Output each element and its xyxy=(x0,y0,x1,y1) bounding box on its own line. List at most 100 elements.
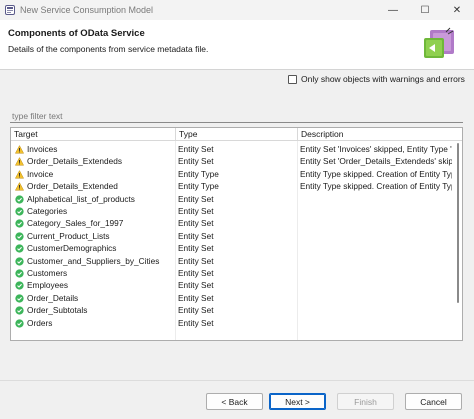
warning-triangle-icon xyxy=(15,145,24,154)
row-description xyxy=(300,267,452,279)
warning-triangle-icon xyxy=(15,169,24,179)
table-row[interactable]: Order_Subtotals Entity Set xyxy=(11,304,453,316)
close-button[interactable]: ✕ xyxy=(442,0,472,20)
table-row[interactable]: Alphabetical_list_of_products Entity Set xyxy=(11,193,453,205)
table-row[interactable]: Order_Details_Extended Entity Type Entity … xyxy=(11,180,453,192)
column-header-type[interactable]: Type xyxy=(176,128,296,141)
row-target: CustomerDemographics xyxy=(27,243,117,254)
row-type: Entity Set xyxy=(178,156,214,167)
column-header-description[interactable]: Description xyxy=(298,128,458,141)
row-description: Entity Set 'Order_Details_Extendeds' ski… xyxy=(300,156,452,167)
page-title: Components of OData Service xyxy=(8,28,145,39)
check-circle-icon xyxy=(15,256,24,266)
table-row[interactable]: Invoices Entity Set Entity Set 'Invoices' … xyxy=(11,143,453,155)
table-row[interactable]: Current_Product_Lists Entity Set xyxy=(11,230,453,242)
table-row[interactable]: Invoice Entity Type Entity Type skipped. C… xyxy=(11,168,453,180)
scrollbar-thumb[interactable] xyxy=(457,143,459,303)
window-title: New Service Consumption Model xyxy=(20,5,154,15)
app-icon xyxy=(5,5,15,15)
check-circle-icon xyxy=(15,269,24,278)
table-row[interactable]: CustomerDemographics Entity Set xyxy=(11,242,453,254)
row-target: Orders xyxy=(27,317,53,328)
check-circle-icon xyxy=(15,219,24,229)
row-type: Entity Type xyxy=(178,168,219,179)
finish-button[interactable]: Finish xyxy=(337,393,394,410)
warnings-only-checkbox[interactable] xyxy=(288,74,297,84)
row-target: Order_Details_Extended xyxy=(27,181,118,192)
row-description xyxy=(300,317,452,329)
components-table: Target Type Description Invoices Entity S… xyxy=(10,127,463,341)
check-circle-icon xyxy=(15,194,24,204)
row-target: Customers xyxy=(27,268,68,278)
vertical-scrollbar[interactable] xyxy=(454,141,462,340)
footer-divider xyxy=(0,380,474,381)
next-button[interactable]: Next > xyxy=(269,393,326,410)
column-header-target[interactable]: Target xyxy=(11,128,174,141)
row-type: Entity Set xyxy=(178,268,214,278)
warning-triangle-icon xyxy=(15,182,24,191)
row-description xyxy=(300,255,452,267)
row-target: Current_Product_Lists xyxy=(27,230,110,241)
row-target: Employees xyxy=(27,280,69,291)
row-description xyxy=(300,217,452,229)
row-target: Order_Details xyxy=(27,292,79,303)
row-type: Entity Type xyxy=(178,181,219,192)
check-circle-icon xyxy=(15,207,24,216)
row-target: Order_Details_Extendeds xyxy=(27,156,123,167)
table-row[interactable]: Employees Entity Set xyxy=(11,279,453,291)
row-type: Entity Set xyxy=(178,292,214,303)
table-row[interactable]: Customer_and_Suppliers_by_Cities Entity S… xyxy=(11,255,453,267)
check-circle-icon xyxy=(15,232,24,241)
cancel-button[interactable]: Cancel xyxy=(405,393,462,410)
table-row[interactable]: Categories Entity Set xyxy=(11,205,453,217)
row-target: Order_Subtotals xyxy=(27,305,88,316)
row-type: Entity Set xyxy=(178,230,214,241)
row-description: Entity Type skipped. Creation of Entity … xyxy=(300,181,452,192)
row-description xyxy=(300,193,452,205)
check-circle-icon xyxy=(15,244,24,253)
row-target: Invoices xyxy=(27,144,58,154)
row-type: Entity Set xyxy=(178,317,214,328)
row-description xyxy=(300,242,452,254)
row-description xyxy=(300,230,452,242)
window-title-bar: New Service Consumption Model — ☐ ✕ xyxy=(0,0,474,20)
filter-input[interactable] xyxy=(10,110,463,123)
page-description: Details of the components from service m… xyxy=(8,44,209,54)
warnings-only-label: Only show objects with warnings and erro… xyxy=(301,74,465,84)
row-target: Categories xyxy=(27,206,68,216)
table-row[interactable]: Category_Sales_for_1997 Entity Set xyxy=(11,217,453,229)
check-circle-icon xyxy=(15,306,24,315)
check-circle-icon xyxy=(15,281,24,291)
row-type: Entity Set xyxy=(178,218,214,229)
table-row[interactable]: Orders Entity Set xyxy=(11,317,453,329)
row-description xyxy=(300,292,452,304)
row-target: Category_Sales_for_1997 xyxy=(27,218,124,229)
warning-triangle-icon xyxy=(15,157,24,166)
row-type: Entity Set xyxy=(178,206,214,216)
row-description xyxy=(300,279,452,291)
wizard-header: Components of OData Service Details of t… xyxy=(0,20,474,70)
row-target: Invoice xyxy=(27,168,54,179)
table-row[interactable]: Order_Details Entity Set xyxy=(11,292,453,304)
row-target: Alphabetical_list_of_products xyxy=(27,193,135,204)
maximize-button[interactable]: ☐ xyxy=(410,0,440,20)
table-row[interactable]: Customers Entity Set xyxy=(11,267,453,279)
row-description: Entity Type skipped. Creation of Entity … xyxy=(300,168,452,179)
row-target: Customer_and_Suppliers_by_Cities xyxy=(27,255,160,266)
back-button[interactable]: < Back xyxy=(206,393,263,410)
row-description xyxy=(300,205,452,217)
check-circle-icon xyxy=(15,294,24,303)
table-row[interactable]: Order_Details_Extendeds Entity Set Entity … xyxy=(11,155,453,167)
row-type: Entity Set xyxy=(178,243,214,254)
row-type: Entity Set xyxy=(178,280,214,291)
row-type: Entity Set xyxy=(178,193,214,204)
row-type: Entity Set xyxy=(178,305,214,316)
row-description xyxy=(300,304,452,316)
row-description: Entity Set 'Invoices' skipped, Entity Ty… xyxy=(300,144,452,154)
row-type: Entity Set xyxy=(178,255,214,266)
warnings-filter-option[interactable]: Only show objects with warnings and erro… xyxy=(288,74,465,84)
minimize-button[interactable]: — xyxy=(378,0,408,20)
check-circle-icon xyxy=(15,318,24,328)
wizard-banner-icon xyxy=(424,27,454,58)
row-type: Entity Set xyxy=(178,144,214,154)
